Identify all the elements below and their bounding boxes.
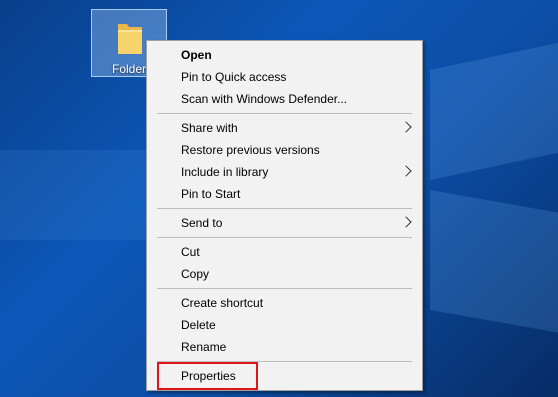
menu-item-label: Delete bbox=[181, 318, 216, 332]
menu-item-cut[interactable]: Cut bbox=[147, 241, 422, 263]
menu-item-label: Restore previous versions bbox=[181, 143, 320, 157]
menu-item-include-in-library[interactable]: Include in library bbox=[147, 161, 422, 183]
menu-item-label: Include in library bbox=[181, 165, 269, 179]
menu-item-open[interactable]: Open bbox=[147, 44, 422, 66]
menu-separator bbox=[157, 113, 412, 114]
menu-item-delete[interactable]: Delete bbox=[147, 314, 422, 336]
menu-item-restore-previous-versions[interactable]: Restore previous versions bbox=[147, 139, 422, 161]
menu-item-pin-to-quick-access[interactable]: Pin to Quick access bbox=[147, 66, 422, 88]
menu-item-create-shortcut[interactable]: Create shortcut bbox=[147, 292, 422, 314]
menu-item-scan-with-windows-defender[interactable]: Scan with Windows Defender... bbox=[147, 88, 422, 110]
chevron-right-icon bbox=[400, 121, 412, 133]
folder-icon bbox=[118, 24, 142, 54]
menu-item-rename[interactable]: Rename bbox=[147, 336, 422, 358]
menu-item-label: Send to bbox=[181, 216, 223, 230]
menu-item-label: Pin to Quick access bbox=[181, 70, 287, 84]
menu-item-label: Scan with Windows Defender... bbox=[181, 92, 348, 106]
chevron-right-icon bbox=[400, 216, 412, 228]
context-menu: Open Pin to Quick access Scan with Windows… bbox=[146, 40, 423, 391]
menu-item-label: Create shortcut bbox=[181, 296, 264, 310]
chevron-right-icon bbox=[400, 165, 412, 177]
menu-item-label: Cut bbox=[181, 245, 200, 259]
menu-item-copy[interactable]: Copy bbox=[147, 263, 422, 285]
menu-item-label: Copy bbox=[181, 267, 210, 281]
menu-separator bbox=[157, 288, 412, 289]
properties-highlight-box bbox=[157, 362, 258, 390]
menu-item-label: Rename bbox=[181, 340, 227, 354]
menu-item-share-with[interactable]: Share with bbox=[147, 117, 422, 139]
menu-separator bbox=[157, 237, 412, 238]
menu-item-label: Open bbox=[181, 48, 212, 62]
menu-separator bbox=[157, 208, 412, 209]
menu-item-label: Share with bbox=[181, 121, 238, 135]
menu-item-pin-to-start[interactable]: Pin to Start bbox=[147, 183, 422, 205]
menu-item-label: Pin to Start bbox=[181, 187, 241, 201]
menu-item-send-to[interactable]: Send to bbox=[147, 212, 422, 234]
